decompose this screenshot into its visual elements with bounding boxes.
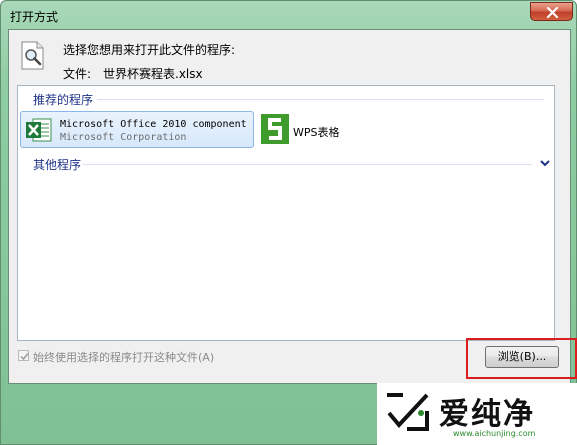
watermark-text: 爱纯净 xyxy=(439,397,535,432)
title-bar[interactable]: 打开方式 xyxy=(1,1,577,29)
watermark-logo: 爱纯净 www.aichunjing.com xyxy=(377,383,577,445)
file-name: 世界杯赛程表.xlsx xyxy=(103,67,203,81)
close-icon xyxy=(546,7,559,18)
chevron-down-icon[interactable] xyxy=(539,158,551,168)
program-item-wps-spreadsheet[interactable]: WPS表格 xyxy=(259,111,349,148)
logo-icon xyxy=(387,393,429,431)
wps-spreadsheet-icon xyxy=(261,114,289,144)
program-company: Microsoft Corporation xyxy=(60,132,187,143)
browse-button[interactable]: 浏览(B)... xyxy=(485,346,559,368)
program-name: Microsoft Office 2010 component xyxy=(60,119,247,130)
always-use-label: 始终使用选择的程序打开这种文件(A) xyxy=(33,351,215,364)
program-item-microsoft-office[interactable]: Microsoft Office 2010 component Microsof… xyxy=(20,111,254,148)
watermark-url: www.aichunjing.com xyxy=(453,429,536,438)
group-divider xyxy=(97,99,544,100)
program-name: WPS表格 xyxy=(293,126,340,139)
dialog-window: 打开方式 选择您想用来打开此文件的程序: 文件: 世界杯赛程表.xlsx 推荐的… xyxy=(0,0,577,445)
group-divider xyxy=(83,164,532,165)
group-header-recommended: 推荐的程序 xyxy=(33,93,94,107)
excel-icon xyxy=(26,118,52,142)
always-use-checkbox[interactable] xyxy=(18,350,29,361)
file-label: 文件: xyxy=(63,67,92,81)
window-title: 打开方式 xyxy=(10,10,59,24)
close-button[interactable] xyxy=(530,2,573,21)
file-search-icon xyxy=(21,41,44,70)
group-header-other: 其他程序 xyxy=(33,158,82,172)
checkmark-icon xyxy=(20,353,29,361)
prompt-text: 选择您想用来打开此文件的程序: xyxy=(63,43,236,57)
